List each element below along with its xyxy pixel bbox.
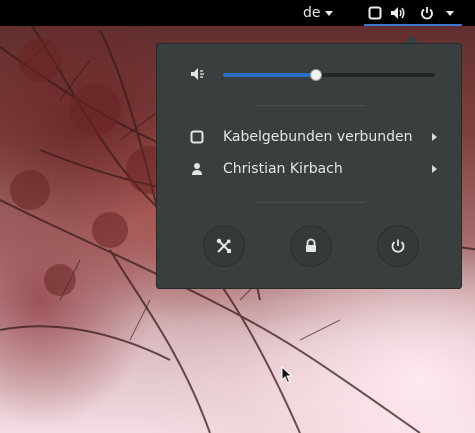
power-icon bbox=[420, 6, 434, 20]
user-name-label: Christian Kirbach bbox=[223, 161, 343, 177]
wired-connection-label: Kabelgebunden verbunden bbox=[223, 129, 413, 145]
power-off-icon bbox=[390, 238, 406, 254]
user-item[interactable]: Christian Kirbach bbox=[189, 157, 439, 181]
chevron-down-icon bbox=[324, 10, 333, 16]
settings-icon bbox=[216, 238, 232, 254]
network-wired-icon bbox=[189, 130, 205, 144]
chevron-right-icon bbox=[432, 133, 437, 141]
lock-button[interactable] bbox=[290, 225, 332, 267]
volume-low-icon bbox=[189, 67, 207, 81]
keyboard-layout-indicator[interactable]: de bbox=[303, 3, 333, 23]
mouse-pointer bbox=[281, 365, 293, 388]
volume-slider-fill bbox=[223, 73, 317, 77]
wired-connection-item[interactable]: Kabelgebunden verbunden bbox=[189, 125, 439, 149]
chevron-down-icon bbox=[446, 10, 454, 16]
system-status-area[interactable] bbox=[364, 0, 462, 26]
lock-icon bbox=[304, 238, 318, 254]
separator bbox=[255, 202, 365, 203]
settings-button[interactable] bbox=[203, 225, 245, 267]
volume-slider-handle[interactable] bbox=[310, 69, 323, 81]
power-off-button[interactable] bbox=[377, 225, 419, 267]
active-indicator bbox=[364, 24, 462, 26]
volume-icon bbox=[390, 6, 406, 20]
volume-slider[interactable] bbox=[223, 69, 435, 81]
user-icon bbox=[189, 162, 205, 176]
volume-row bbox=[189, 62, 439, 86]
top-bar: de bbox=[0, 0, 475, 26]
system-menu: Kabelgebunden verbunden Christian Kirbac… bbox=[156, 43, 462, 289]
separator bbox=[255, 105, 365, 106]
language-label: de bbox=[303, 5, 321, 21]
chevron-right-icon bbox=[432, 165, 437, 173]
network-wired-icon bbox=[368, 6, 382, 20]
